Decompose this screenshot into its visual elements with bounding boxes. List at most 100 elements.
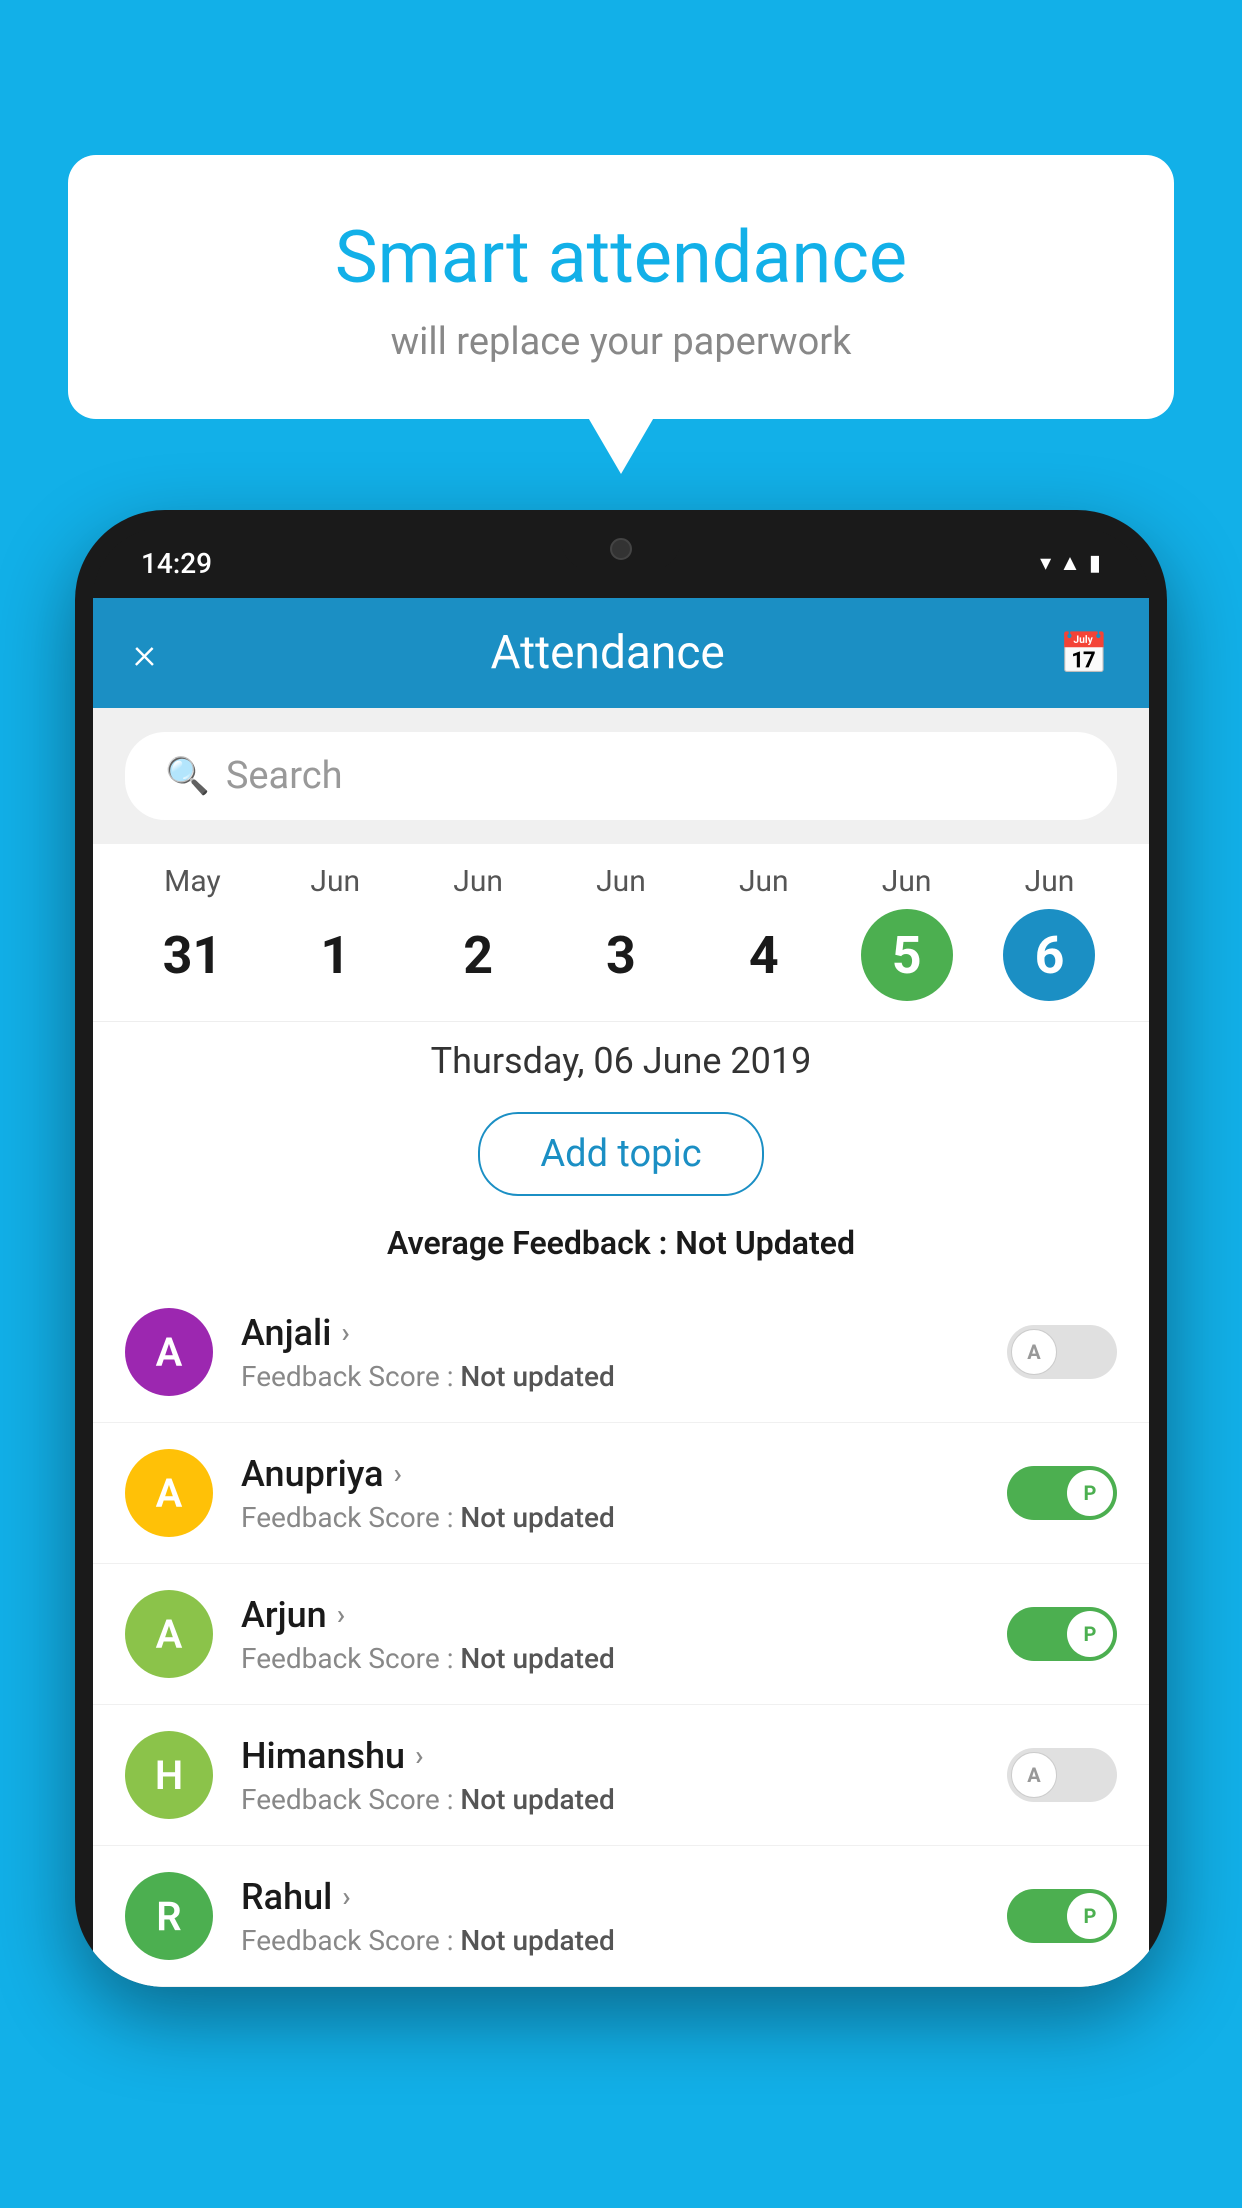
- toggle-container-0[interactable]: A: [1007, 1325, 1117, 1379]
- chevron-icon: ›: [394, 1457, 402, 1490]
- date-item-2[interactable]: Jun 2: [432, 864, 524, 1001]
- attendance-toggle-4[interactable]: P: [1007, 1889, 1117, 1943]
- date-month-2: Jun: [453, 864, 503, 899]
- date-day-3[interactable]: 3: [575, 909, 667, 1001]
- student-item-3: HHimanshu ›Feedback Score : Not updatedA: [93, 1705, 1149, 1846]
- student-info-4: Rahul › Feedback Score : Not updated: [241, 1876, 979, 1957]
- toggle-container-1[interactable]: P: [1007, 1466, 1117, 1520]
- phone-status-bar: 14:29 ▾ ▲ ▮: [93, 528, 1149, 598]
- date-item-0[interactable]: May 31: [146, 864, 238, 1001]
- student-item-2: A Arjun › Feedback Score : Not updated P: [93, 1564, 1149, 1705]
- student-name-0[interactable]: Anjali ›: [241, 1312, 979, 1354]
- date-header: Thursday, 06 June 2019: [93, 1021, 1149, 1094]
- chevron-icon: ›: [342, 1880, 350, 1913]
- toggle-knob-2: P: [1067, 1611, 1113, 1657]
- student-info-3: Himanshu › Feedback Score : Not updated: [241, 1735, 979, 1816]
- toggle-container-4[interactable]: P: [1007, 1889, 1117, 1943]
- search-placeholder: Search: [226, 754, 343, 798]
- search-bar: 🔍 Search: [93, 708, 1149, 844]
- student-info-1: Anupriya › Feedback Score : Not updated: [241, 1453, 979, 1534]
- date-month-3: Jun: [596, 864, 646, 899]
- bubble-subtitle: will replace your paperwork: [108, 320, 1134, 364]
- toggle-container-2[interactable]: P: [1007, 1607, 1117, 1661]
- date-month-6: Jun: [1025, 864, 1075, 899]
- battery-icon: ▮: [1089, 551, 1101, 576]
- app-content: 🔍 Search May 31 Jun 1 Jun 2 Jun 3 Jun 4 Jun 5 Jun 6 T…: [93, 708, 1149, 1987]
- add-topic-button[interactable]: Add topic: [478, 1112, 763, 1196]
- date-day-1[interactable]: 1: [289, 909, 381, 1001]
- date-day-4[interactable]: 4: [718, 909, 810, 1001]
- speech-bubble: Smart attendance will replace your paper…: [68, 155, 1174, 419]
- attendance-toggle-1[interactable]: P: [1007, 1466, 1117, 1520]
- feedback-value-4: Not updated: [460, 1924, 614, 1957]
- chevron-icon: ›: [337, 1598, 345, 1631]
- student-feedback-3: Feedback Score : Not updated: [241, 1783, 979, 1816]
- student-feedback-0: Feedback Score : Not updated: [241, 1360, 979, 1393]
- date-item-6[interactable]: Jun 6: [1003, 864, 1095, 1001]
- student-info-0: Anjali › Feedback Score : Not updated: [241, 1312, 979, 1393]
- date-month-0: May: [164, 864, 220, 899]
- toggle-knob-0: A: [1011, 1329, 1057, 1375]
- status-icons: ▾ ▲ ▮: [1040, 550, 1101, 576]
- chevron-icon: ›: [415, 1739, 423, 1772]
- app-title: Attendance: [490, 626, 724, 680]
- date-item-4[interactable]: Jun 4: [718, 864, 810, 1001]
- search-icon: 🔍: [165, 755, 210, 797]
- status-time: 14:29: [141, 547, 212, 580]
- feedback-value-3: Not updated: [460, 1783, 614, 1816]
- student-info-2: Arjun › Feedback Score : Not updated: [241, 1594, 979, 1675]
- date-day-6[interactable]: 6: [1003, 909, 1095, 1001]
- feedback-value-1: Not updated: [460, 1501, 614, 1534]
- toggle-knob-4: P: [1067, 1893, 1113, 1939]
- student-avatar-0: A: [125, 1308, 213, 1396]
- attendance-toggle-0[interactable]: A: [1007, 1325, 1117, 1379]
- toggle-knob-3: A: [1011, 1752, 1057, 1798]
- add-topic-container: Add topic: [93, 1094, 1149, 1214]
- student-feedback-1: Feedback Score : Not updated: [241, 1501, 979, 1534]
- student-avatar-4: R: [125, 1872, 213, 1960]
- phone-camera: [610, 538, 632, 560]
- student-name-2[interactable]: Arjun ›: [241, 1594, 979, 1636]
- date-item-3[interactable]: Jun 3: [575, 864, 667, 1001]
- toggle-container-3[interactable]: A: [1007, 1748, 1117, 1802]
- student-list: AAnjali ›Feedback Score : Not updatedAAA…: [93, 1282, 1149, 1987]
- student-item-1: A Anupriya › Feedback Score : Not updated P: [93, 1423, 1149, 1564]
- student-name-4[interactable]: Rahul ›: [241, 1876, 979, 1918]
- student-item-4: R Rahul › Feedback Score : Not updated P: [93, 1846, 1149, 1987]
- date-month-4: Jun: [739, 864, 789, 899]
- student-name-3[interactable]: Himanshu ›: [241, 1735, 979, 1777]
- student-item-0: A Anjali › Feedback Score : Not updated A: [93, 1282, 1149, 1423]
- search-field[interactable]: 🔍 Search: [125, 732, 1117, 820]
- student-feedback-4: Feedback Score : Not updated: [241, 1924, 979, 1957]
- feedback-value-0: Not updated: [460, 1360, 614, 1393]
- bubble-title: Smart attendance: [108, 215, 1134, 300]
- date-month-1: Jun: [310, 864, 360, 899]
- phone-frame: 14:29 ▾ ▲ ▮ × Attendance 📅 🔍 Search: [75, 510, 1167, 1987]
- date-picker: May 31 Jun 1 Jun 2 Jun 3 Jun 4 Jun 5 Jun 6: [93, 844, 1149, 1021]
- calendar-icon[interactable]: 📅: [1059, 630, 1109, 677]
- toggle-knob-1: P: [1067, 1470, 1113, 1516]
- date-day-2[interactable]: 2: [432, 909, 524, 1001]
- feedback-value-2: Not updated: [460, 1642, 614, 1675]
- student-avatar-2: A: [125, 1590, 213, 1678]
- chevron-icon: ›: [341, 1316, 349, 1349]
- student-avatar-1: A: [125, 1449, 213, 1537]
- attendance-toggle-2[interactable]: P: [1007, 1607, 1117, 1661]
- app-header: × Attendance 📅: [93, 598, 1149, 708]
- date-day-5[interactable]: 5: [861, 909, 953, 1001]
- date-month-5: Jun: [882, 864, 932, 899]
- attendance-toggle-3[interactable]: A: [1007, 1748, 1117, 1802]
- student-feedback-2: Feedback Score : Not updated: [241, 1642, 979, 1675]
- close-button[interactable]: ×: [133, 627, 156, 679]
- avg-feedback: Average Feedback : Not Updated: [93, 1214, 1149, 1282]
- avg-feedback-value: Not Updated: [675, 1224, 855, 1262]
- student-name-1[interactable]: Anupriya ›: [241, 1453, 979, 1495]
- date-item-5[interactable]: Jun 5: [861, 864, 953, 1001]
- phone-notch: [561, 528, 681, 570]
- speech-bubble-container: Smart attendance will replace your paper…: [68, 155, 1174, 419]
- date-day-0[interactable]: 31: [146, 909, 238, 1001]
- signal-icon: ▲: [1059, 550, 1081, 576]
- phone-container: 14:29 ▾ ▲ ▮ × Attendance 📅 🔍 Search: [75, 510, 1167, 2208]
- date-picker-row: May 31 Jun 1 Jun 2 Jun 3 Jun 4 Jun 5 Jun 6: [121, 864, 1121, 1001]
- date-item-1[interactable]: Jun 1: [289, 864, 381, 1001]
